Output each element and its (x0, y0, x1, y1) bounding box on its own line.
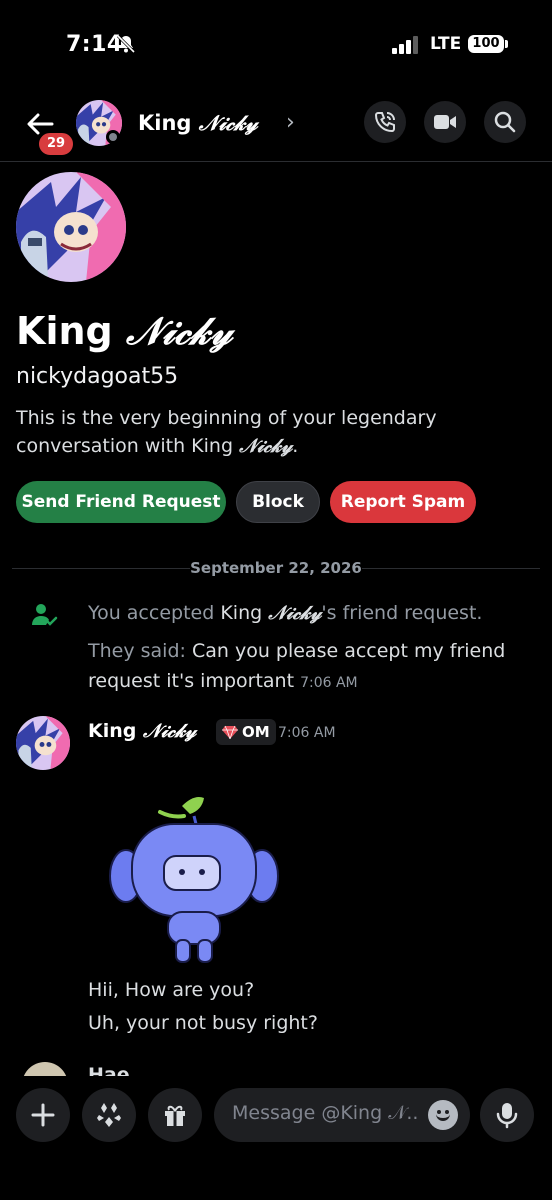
bell-off-icon (116, 34, 136, 58)
header-title[interactable]: King 𝒩𝒾𝒸𝓀𝓎 (138, 110, 258, 136)
chevron-right-icon: › (286, 110, 295, 135)
profile-name-fancy: 𝒩𝒾𝒸𝓀𝓎 (125, 308, 233, 353)
intro-suffix: . (292, 435, 299, 457)
date-divider-line (12, 568, 190, 569)
sys-prefix: You accepted (88, 602, 221, 624)
message-line: Hii, How are you? (88, 979, 255, 1001)
profile-display-name: King 𝒩𝒾𝒸𝓀𝓎 (16, 308, 232, 354)
sys-said-label: They said: (88, 640, 192, 662)
apps-button[interactable] (82, 1088, 136, 1142)
plus-icon (31, 1103, 55, 1127)
block-button[interactable]: Block (236, 481, 320, 523)
search-icon (494, 111, 516, 133)
profile-username: nickydagoat55 (16, 364, 179, 389)
video-camera-icon (434, 115, 456, 129)
conversation-intro: This is the very beginning of your legen… (16, 404, 536, 460)
add-attachment-button[interactable] (16, 1088, 70, 1142)
profile-name-plain: King (16, 309, 126, 353)
author-plain: King (88, 720, 143, 742)
friend-accepted-icon (32, 603, 58, 631)
profile-avatar[interactable] (16, 172, 126, 282)
guild-tag-label: OM (242, 723, 270, 741)
wumpus-sticker-art (109, 797, 279, 963)
sys-name-fancy[interactable]: 𝒩𝒾𝒸𝓀𝓎 (268, 602, 321, 624)
offline-status-dot (106, 130, 120, 144)
system-message-quote: They said: Can you please accept my frie… (88, 636, 528, 698)
status-time: 7:14 (66, 32, 123, 57)
header-divider (0, 161, 552, 162)
intro-fancy-name: 𝒩𝒾𝒸𝓀𝓎 (239, 435, 293, 457)
message-author[interactable]: King 𝒩𝒾𝒸𝓀𝓎 (88, 720, 196, 742)
gift-button[interactable] (148, 1088, 202, 1142)
date-divider-line (362, 568, 540, 569)
gift-icon (165, 1105, 185, 1126)
gem-icon (222, 725, 238, 739)
sys-timestamp: 7:06 AM (300, 675, 358, 691)
battery-indicator: 100 (468, 35, 504, 53)
voice-message-button[interactable] (480, 1088, 534, 1142)
header-title-plain: King (138, 111, 199, 135)
apps-icon (97, 1103, 121, 1127)
date-divider-label: September 22, 2026 (190, 559, 362, 577)
microphone-icon (496, 1103, 518, 1129)
message-timestamp: 7:06 AM (278, 725, 336, 741)
network-type: LTE (430, 34, 462, 54)
video-call-button[interactable] (424, 101, 466, 143)
avatar-art (16, 716, 70, 770)
message-input-placeholder: Message @King 𝒩.. (232, 1102, 419, 1124)
guild-tag[interactable]: OM (216, 719, 276, 745)
signal-icon (390, 36, 422, 54)
message-line: Uh, your not busy right? (88, 1012, 318, 1034)
intro-prefix: This is the very beginning of your legen… (16, 407, 437, 457)
avatar-art (16, 172, 126, 282)
search-button[interactable] (484, 101, 526, 143)
voice-call-button[interactable] (364, 101, 406, 143)
sys-suffix: 's friend request. (321, 602, 483, 624)
sys-name-plain[interactable]: King (220, 602, 268, 624)
phone-icon (374, 112, 395, 133)
unread-badge: 29 (36, 130, 76, 158)
report-spam-button[interactable]: Report Spam (330, 481, 476, 523)
send-friend-request-button[interactable]: Send Friend Request (16, 481, 226, 523)
author-fancy: 𝒩𝒾𝒸𝓀𝓎 (142, 720, 197, 742)
system-message-text: You accepted King 𝒩𝒾𝒸𝓀𝓎's friend request… (88, 602, 482, 624)
battery-tip (505, 40, 508, 48)
message-avatar[interactable] (16, 716, 70, 770)
wumpus-sticker[interactable] (104, 792, 284, 972)
header-title-fancy: 𝒩𝒾𝒸𝓀𝓎 (198, 110, 258, 135)
